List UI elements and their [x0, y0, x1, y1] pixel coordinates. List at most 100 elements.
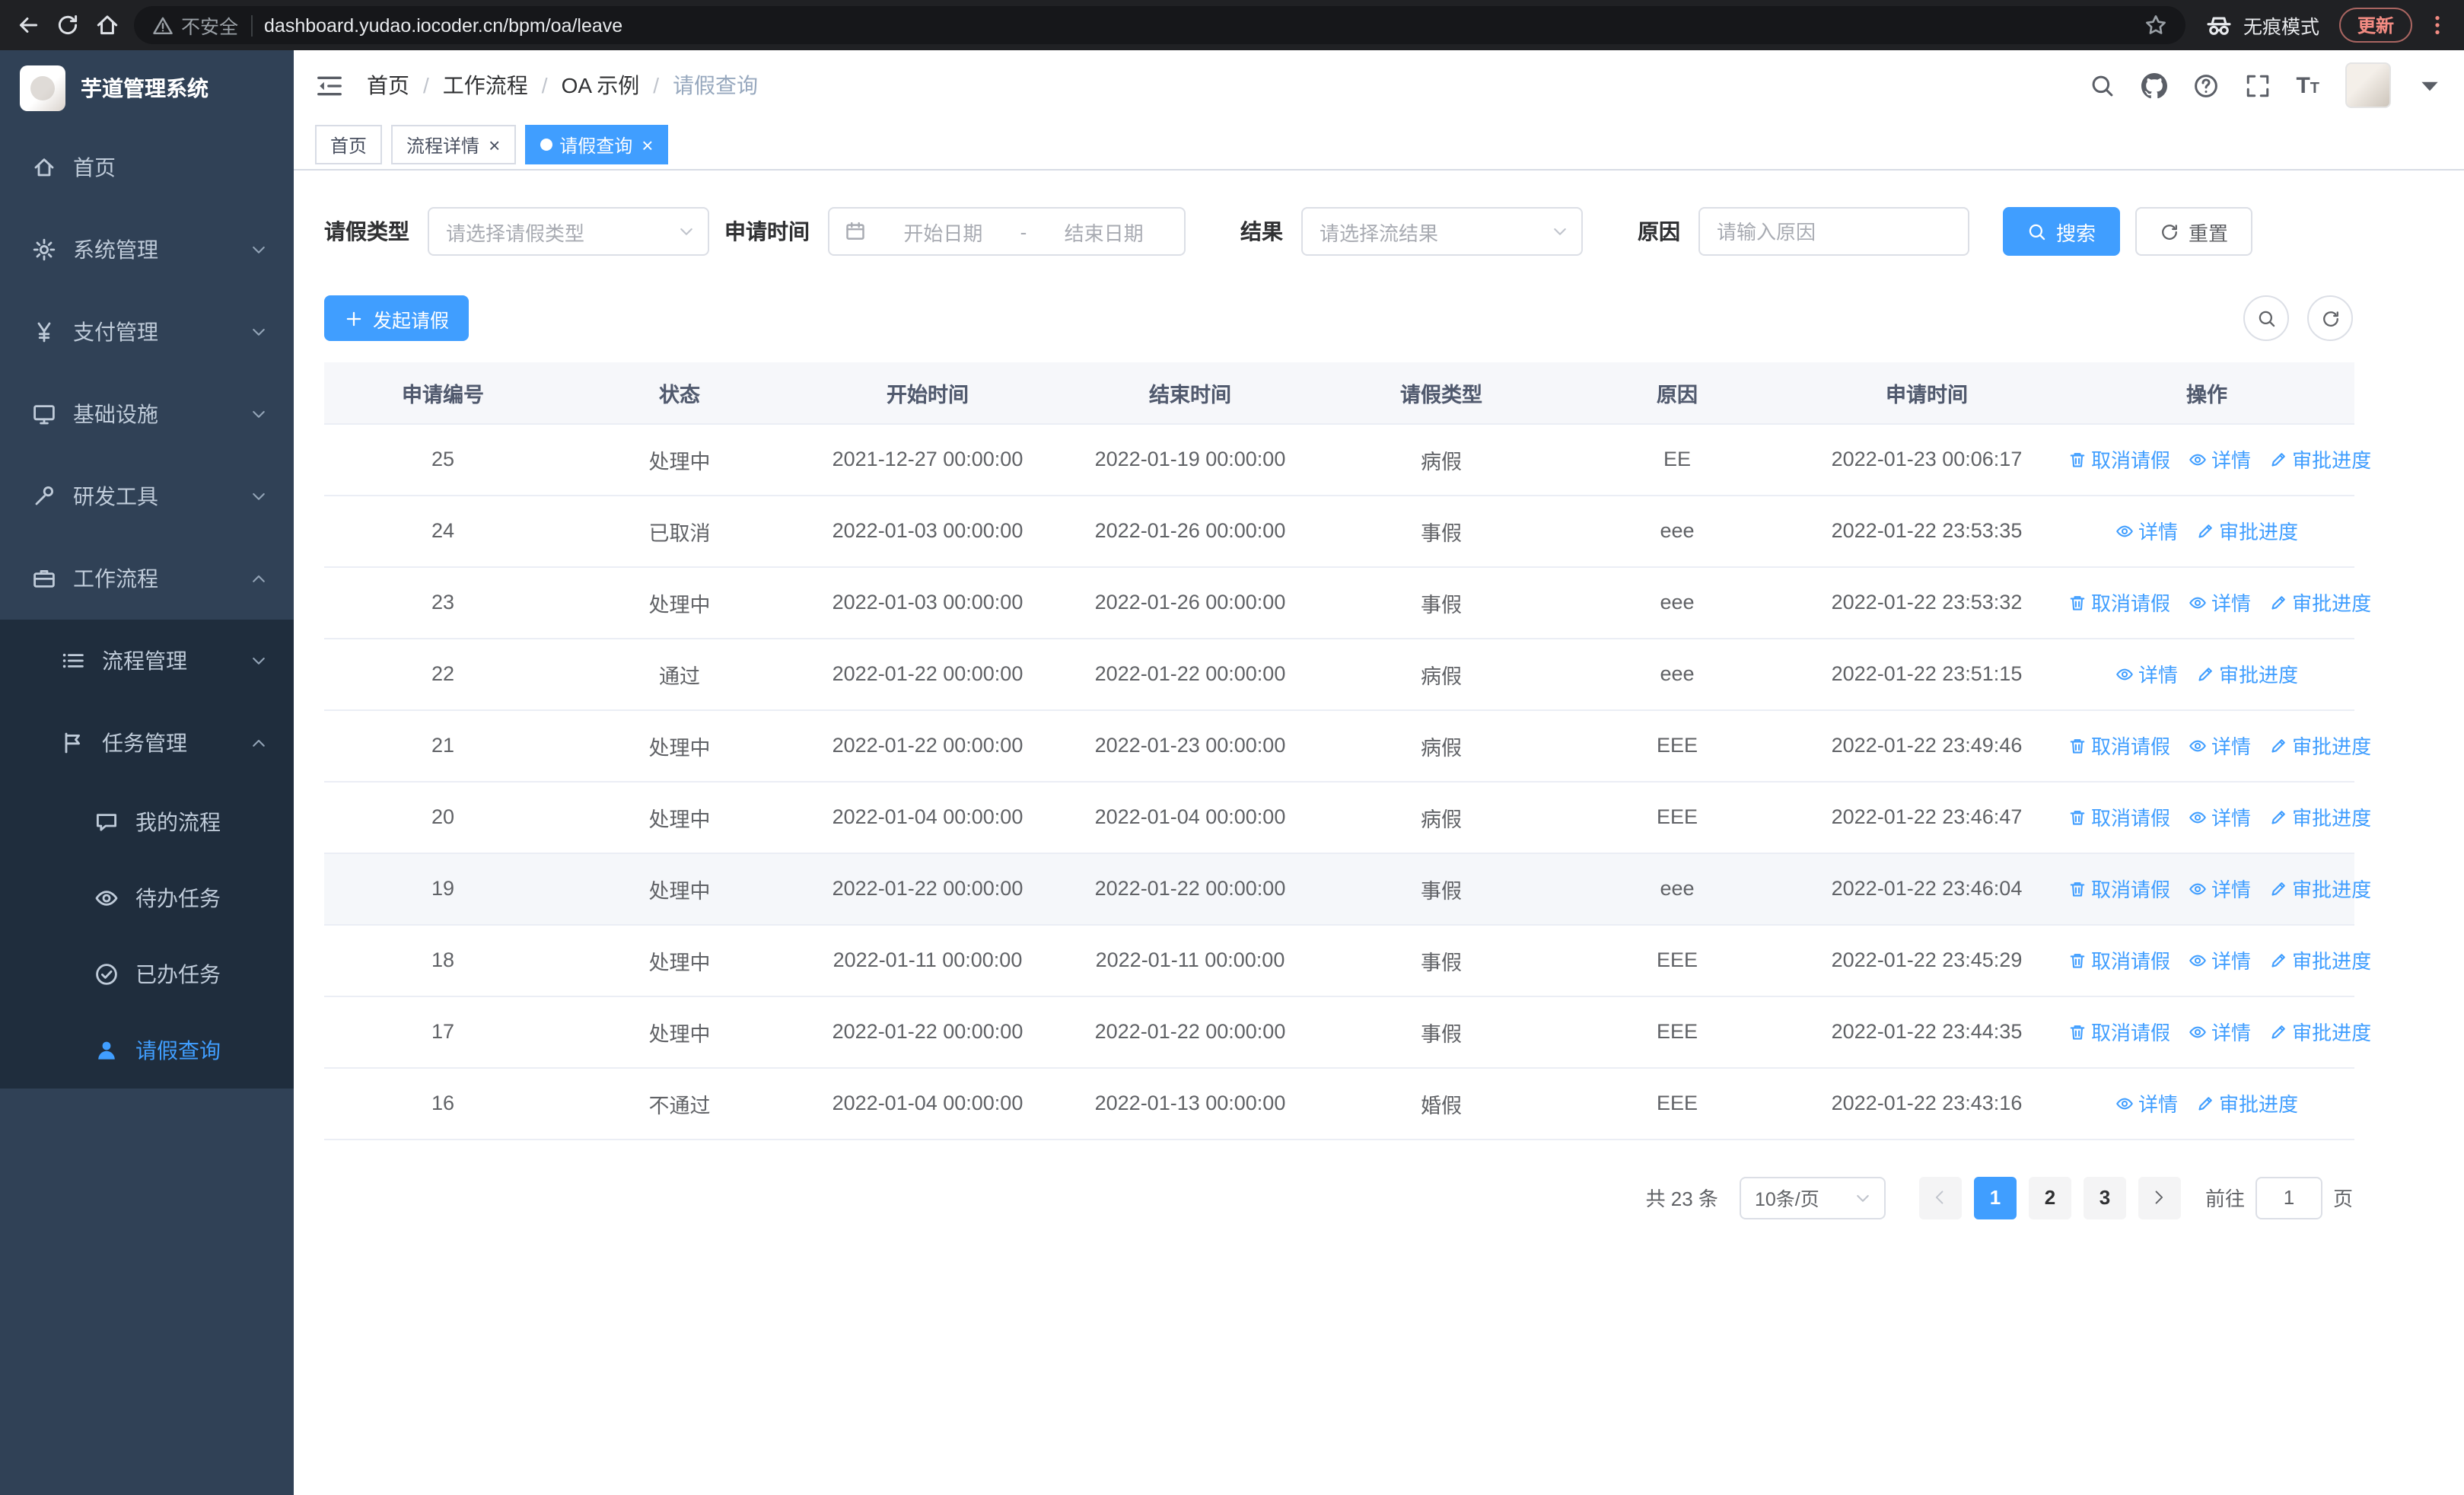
sidebar-item[interactable]: 支付管理 — [0, 291, 294, 373]
date-range-separator: - — [1020, 220, 1027, 243]
reset-button[interactable]: 重置 — [2135, 207, 2253, 256]
toggle-search-button[interactable] — [2243, 295, 2289, 341]
column-header: 状态 — [562, 362, 797, 424]
next-page-button[interactable] — [2138, 1176, 2181, 1219]
cell-reason: EEE — [1560, 996, 1794, 1068]
apply-time-range-picker[interactable]: 开始日期 - 结束日期 — [828, 207, 1186, 256]
cancel-action-link[interactable]: 取消请假 — [2068, 731, 2170, 760]
result-select[interactable]: 请选择流结果 — [1301, 207, 1583, 256]
sidebar-item[interactable]: 已办任务 — [0, 936, 294, 1012]
detail-action-link[interactable]: 详情 — [2189, 731, 2251, 760]
view-tab[interactable]: 请假查询 × — [524, 125, 669, 164]
font-size-icon[interactable]: TT — [2296, 74, 2319, 97]
cell-apply_time: 2022-01-22 23:45:29 — [1794, 924, 2059, 996]
cell-end: 2022-01-26 00:00:00 — [1058, 566, 1323, 639]
detail-action-link[interactable]: 详情 — [2189, 945, 2251, 974]
sidebar-item[interactable]: 首页 — [0, 126, 294, 209]
detail-action-link[interactable]: 详情 — [2189, 874, 2251, 903]
github-icon[interactable] — [2141, 72, 2167, 98]
table-row: 25 处理中 2021-12-27 00:00:00 2022-01-19 00:00… — [324, 423, 2371, 496]
fullscreen-icon[interactable] — [2244, 72, 2270, 98]
progress-action-link[interactable]: 审批进度 — [2269, 874, 2371, 903]
sidebar-item[interactable]: 待办任务 — [0, 860, 294, 936]
progress-action-link[interactable]: 审批进度 — [2269, 802, 2371, 831]
cancel-action-link[interactable]: 取消请假 — [2068, 874, 2170, 903]
page-size-select[interactable]: 10条/页 — [1739, 1176, 1886, 1219]
goto-page-input[interactable] — [2255, 1176, 2322, 1219]
search-icon[interactable] — [2089, 72, 2115, 98]
cancel-action-link[interactable]: 取消请假 — [2068, 588, 2170, 617]
chevron-down-icon — [250, 241, 268, 259]
refresh-table-button[interactable] — [2307, 295, 2353, 341]
chevron-down-icon[interactable] — [2417, 72, 2443, 98]
cancel-action-link[interactable]: 取消请假 — [2068, 445, 2170, 473]
table-row: 20 处理中 2022-01-04 00:00:00 2022-01-04 00:00… — [324, 781, 2371, 853]
view-tab[interactable]: 流程详情 × — [391, 125, 516, 164]
help-icon[interactable] — [2192, 72, 2218, 98]
pen-icon — [2269, 951, 2287, 969]
progress-action-link[interactable]: 审批进度 — [2269, 945, 2371, 974]
progress-action-link[interactable]: 审批进度 — [2196, 516, 2298, 545]
progress-action-link[interactable]: 审批进度 — [2269, 445, 2371, 473]
avatar[interactable] — [2345, 62, 2391, 108]
detail-action-link[interactable]: 详情 — [2115, 516, 2178, 545]
cell-reason: EEE — [1560, 781, 1794, 853]
create-leave-button[interactable]: 发起请假 — [324, 295, 470, 341]
cancel-action-link[interactable]: 取消请假 — [2068, 945, 2170, 974]
detail-action-link[interactable]: 详情 — [2115, 1089, 2178, 1117]
progress-action-link[interactable]: 审批进度 — [2269, 588, 2371, 617]
sidebar-item[interactable]: 流程管理 — [0, 620, 294, 702]
cell-start: 2022-01-04 00:00:00 — [797, 1067, 1058, 1140]
close-icon[interactable]: × — [489, 135, 500, 155]
update-button[interactable]: 更新 — [2338, 8, 2412, 43]
browser-menu-icon[interactable] — [2426, 14, 2449, 37]
collapse-sidebar-icon[interactable] — [315, 71, 344, 100]
sidebar-item[interactable]: 工作流程 — [0, 537, 294, 620]
browser-back-icon[interactable] — [15, 12, 41, 38]
eye-icon — [2189, 593, 2207, 611]
search-button[interactable]: 搜索 — [2003, 207, 2121, 256]
detail-action-link[interactable]: 详情 — [2115, 659, 2178, 688]
eye-icon — [2189, 951, 2207, 969]
close-icon[interactable]: × — [641, 135, 653, 155]
view-tab[interactable]: 首页 — [315, 125, 383, 164]
bookmark-star-icon[interactable] — [2144, 14, 2167, 37]
url-bar[interactable]: 不安全 dashboard.yudao.iocoder.cn/bpm/oa/le… — [134, 6, 2185, 44]
sidebar-item[interactable]: 我的流程 — [0, 784, 294, 860]
cancel-action-link[interactable]: 取消请假 — [2068, 1017, 2170, 1046]
browser-reload-icon[interactable] — [55, 12, 81, 38]
result-label: 结果 — [1240, 219, 1283, 244]
breadcrumb-separator: / — [423, 73, 429, 97]
leave-type-select[interactable]: 请选择请假类型 — [428, 207, 709, 256]
chevron-right-icon — [2151, 1189, 2168, 1206]
sidebar-item[interactable]: 基础设施 — [0, 373, 294, 455]
progress-action-link[interactable]: 审批进度 — [2196, 1089, 2298, 1117]
detail-action-link[interactable]: 详情 — [2189, 445, 2251, 473]
progress-action-link[interactable]: 审批进度 — [2196, 659, 2298, 688]
prev-page-button[interactable] — [1918, 1176, 1962, 1219]
browser-home-icon[interactable] — [94, 12, 120, 38]
page-button[interactable]: 1 — [1973, 1176, 2017, 1219]
progress-action-link[interactable]: 审批进度 — [2269, 1017, 2371, 1046]
detail-action-link[interactable]: 详情 — [2189, 588, 2251, 617]
sidebar-item[interactable]: 任务管理 — [0, 702, 294, 784]
detail-action-link[interactable]: 详情 — [2189, 802, 2251, 831]
cancel-action-link[interactable]: 取消请假 — [2068, 802, 2170, 831]
breadcrumb-item[interactable]: 工作流程 — [443, 70, 528, 100]
breadcrumb-item[interactable]: 首页 — [367, 70, 409, 100]
detail-action-link[interactable]: 详情 — [2189, 1017, 2251, 1046]
security-warning[interactable]: 不安全 — [152, 11, 238, 40]
goto-suffix: 页 — [2332, 1187, 2353, 1210]
app-logo-row[interactable]: 芋道管理系统 — [0, 50, 294, 126]
progress-action-label: 审批进度 — [2219, 521, 2299, 543]
reason-input[interactable] — [1698, 207, 1969, 256]
plus-icon — [344, 308, 364, 328]
progress-action-link[interactable]: 审批进度 — [2269, 731, 2371, 760]
sidebar-item[interactable]: 请假查询 — [0, 1012, 294, 1089]
page-button[interactable]: 3 — [2083, 1176, 2126, 1219]
list-icon — [61, 649, 85, 673]
sidebar-item[interactable]: 系统管理 — [0, 209, 294, 291]
breadcrumb-item[interactable]: OA 示例 — [562, 70, 640, 100]
sidebar-item[interactable]: 研发工具 — [0, 455, 294, 537]
page-button[interactable]: 2 — [2028, 1176, 2071, 1219]
